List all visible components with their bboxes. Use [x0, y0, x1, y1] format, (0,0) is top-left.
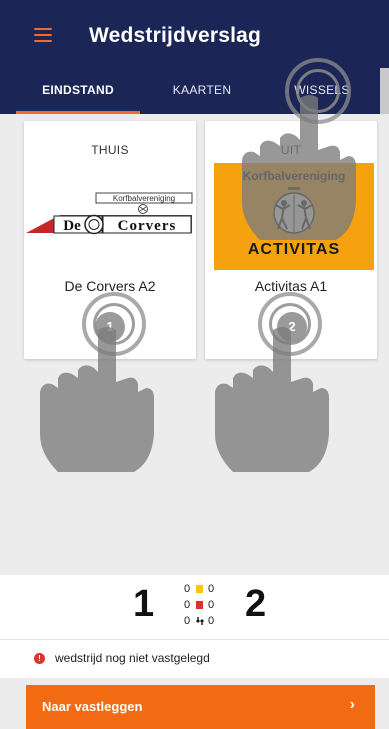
match-stats: 0 0 0 0 0 0 [184, 581, 224, 629]
subs-away-count: 0 [208, 615, 215, 627]
chevron-right-icon: › [349, 696, 355, 713]
tab-scroll-edge [380, 68, 389, 114]
red-card-row: 0 0 [184, 597, 224, 613]
yellow-card-row: 0 0 [184, 581, 224, 597]
touch-hand-icon [242, 95, 356, 240]
red-home-count: 0 [184, 599, 191, 611]
error-icon: ! [34, 653, 45, 664]
app-header: Wedstrijdverslag [0, 0, 389, 68]
home-side-label: THUIS [91, 143, 129, 157]
yellow-away-count: 0 [208, 583, 215, 595]
substitution-row: 0 0 [184, 613, 224, 629]
status-bar: ! wedstrijd nog niet vastgelegd [0, 640, 389, 678]
active-tab-indicator [16, 111, 140, 114]
touch-hand-icon [40, 327, 154, 472]
away-logo-bottom-text: ACTIVITAS [247, 241, 341, 258]
hamburger-menu-icon[interactable] [34, 28, 52, 43]
finalize-button-label: Naar vastleggen [42, 699, 143, 714]
home-total-score: 1 [133, 583, 155, 625]
svg-text:Corvers: Corvers [118, 218, 177, 234]
yellow-home-count: 0 [184, 583, 191, 595]
red-card-icon [196, 601, 203, 609]
score-summary: 1 0 0 0 0 0 0 2 [0, 575, 389, 639]
touch-hand-icon [215, 327, 329, 472]
de-corvers-logo: Korfbalvereniging De Corvers [26, 192, 193, 235]
match-report-screen: Wedstrijdverslag EINDSTAND KAARTEN WISSE… [0, 0, 389, 729]
yellow-card-icon [196, 585, 203, 593]
tab-eindstand[interactable]: EINDSTAND [16, 68, 140, 114]
page-title: Wedstrijdverslag [89, 24, 262, 47]
svg-text:De: De [63, 218, 81, 234]
finalize-button[interactable]: Naar vastleggen › [26, 685, 375, 729]
substitution-icon [196, 617, 204, 625]
svg-text:Korfbalvereniging: Korfbalvereniging [113, 194, 175, 203]
away-total-score: 2 [245, 583, 267, 625]
red-away-count: 0 [208, 599, 215, 611]
subs-home-count: 0 [184, 615, 191, 627]
status-message: wedstrijd nog niet vastgelegd [55, 651, 210, 665]
